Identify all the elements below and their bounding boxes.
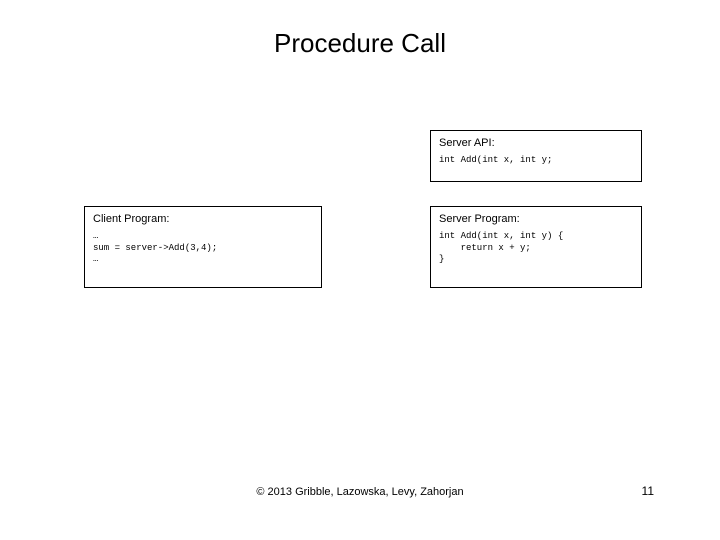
server-api-code: int Add(int x, int y; <box>439 155 633 167</box>
server-program-box: Server Program: int Add(int x, int y) { … <box>430 206 642 288</box>
client-program-title: Client Program: <box>93 213 313 225</box>
footer-copyright: © 2013 Gribble, Lazowska, Levy, Zahorjan <box>0 486 720 498</box>
page-number: 11 <box>642 484 654 498</box>
server-program-code: int Add(int x, int y) { return x + y; } <box>439 231 633 266</box>
server-program-title: Server Program: <box>439 213 633 225</box>
server-api-box: Server API: int Add(int x, int y; <box>430 130 642 182</box>
client-program-code: … sum = server->Add(3,4); … <box>93 231 313 266</box>
client-program-box: Client Program: … sum = server->Add(3,4)… <box>84 206 322 288</box>
server-api-title: Server API: <box>439 137 633 149</box>
slide-title: Procedure Call <box>0 28 720 59</box>
